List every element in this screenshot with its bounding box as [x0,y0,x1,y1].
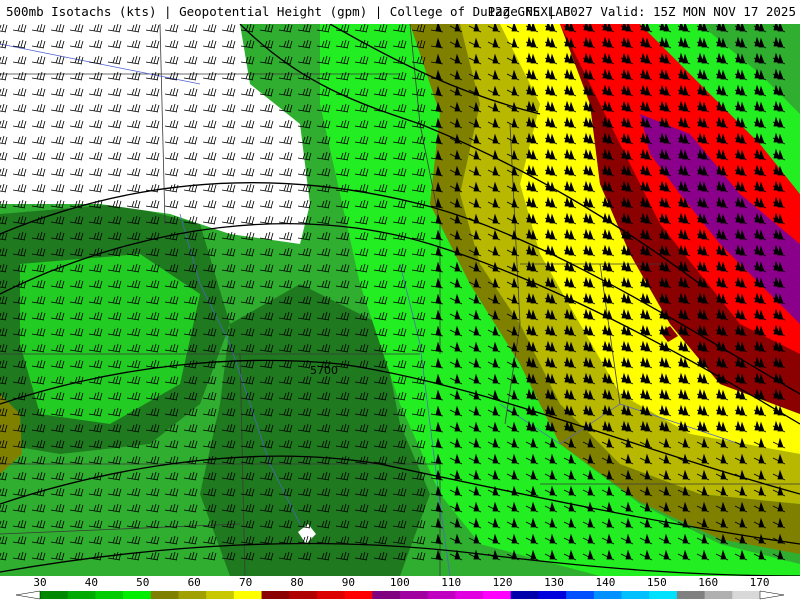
colorbar-swatch [621,591,650,599]
colorbar-swatches [40,591,761,599]
colorbar-tick-label: 170 [749,576,770,589]
colorbar-swatch [400,591,429,599]
colorbar-swatch [316,591,346,599]
colorbar-swatch [649,591,678,599]
colorbar-tick-label: 90 [341,576,356,589]
model-run-title: 12Z GFS | F027 Valid: 15Z MON NOV 17 202… [487,4,796,19]
colorbar-tick-label: 100 [389,576,410,589]
map-header: 500mb Isotachs (kts) | Geopotential Heig… [0,0,800,24]
colorbar-tick-label: 80 [290,576,304,589]
colorbar-tick-label: 50 [136,576,150,589]
colorbar-tick-label: 70 [238,576,253,589]
colorbar-tick-label: 40 [84,576,99,589]
colorbar-swatch [704,591,733,599]
colorbar-swatch [593,591,623,599]
colorbar-swatch [427,591,456,599]
colorbar-swatch [261,591,290,599]
colorbar-swatch [372,591,401,599]
colorbar-swatch [95,591,124,599]
colorbar-swatch [40,591,69,599]
colorbar-swatch [233,591,263,599]
colorbar-right-arrow [759,590,785,600]
map-svg: 5700 [0,24,800,576]
colorbar-tick-label: 150 [646,576,667,589]
colorbar-swatch [150,591,179,599]
colorbar-tick-label: 140 [595,576,616,589]
colorbar-swatch [67,591,96,599]
colorbar-tick-label: 120 [492,576,513,589]
colorbar-ticks: 30 40 50 60 70 80 90 100 110 120 130 140 150 160 170 [0,576,800,590]
colorbar-swatch [566,591,595,599]
colorbar-swatch [344,591,373,599]
colorbar-swatch [289,591,318,599]
colorbar-tick-label: 130 [544,576,564,589]
colorbar-tick-label: 60 [187,576,201,589]
colorbar-swatch [483,591,512,599]
colorbar-tick-label: 110 [441,576,462,589]
colorbar-swatch [123,591,152,599]
contour-label: 5700 [310,364,338,377]
colorbar-swatch [206,591,235,599]
colorbar-swatch [732,591,761,599]
colorbar-tick-label: 30 [33,576,47,589]
colorbar-swatch [178,591,207,599]
weather-map[interactable]: 5700 [0,24,800,576]
colorbar-tick-label: 160 [698,576,719,589]
colorbar-swatch [538,591,567,599]
colorbar-swatch [676,591,706,599]
colorbar-swatch [455,591,484,599]
colorbar-left-arrow [15,590,41,600]
colorbar-swatch [510,591,539,599]
product-title: 500mb Isotachs (kts) | Geopotential Heig… [6,4,571,19]
